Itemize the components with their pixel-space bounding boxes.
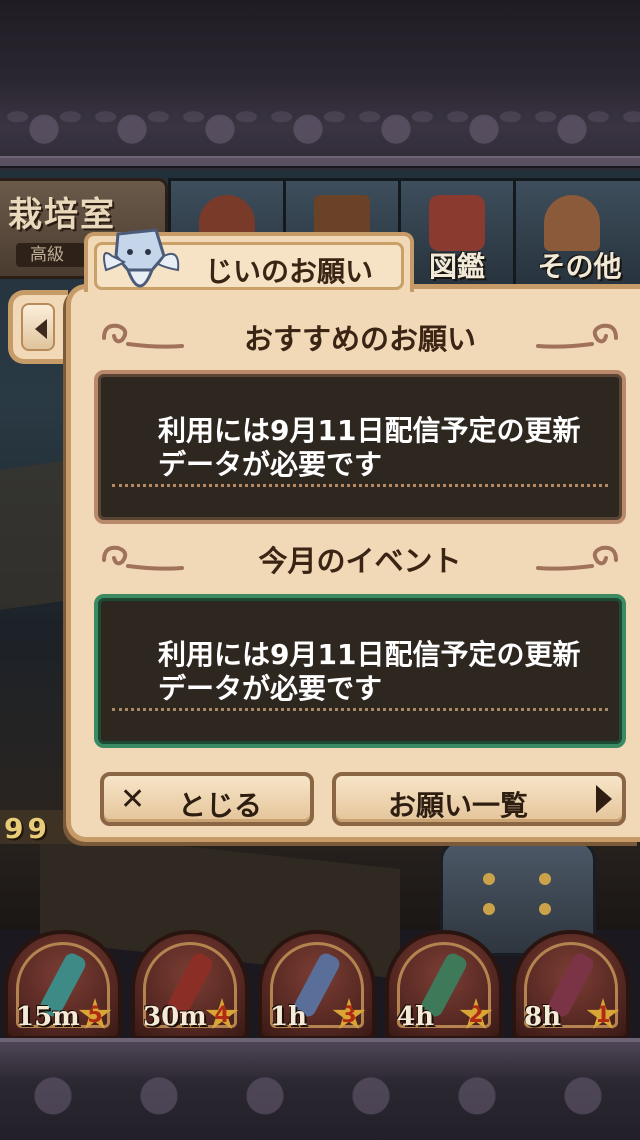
recommended-panel[interactable]: 利用には9月11日配信予定の更新データが必要です (94, 370, 626, 524)
timer-slots-bar: 15m 5 30m 4 1h 3 4h 2 8h 1 (0, 930, 640, 1040)
close-icon: ✕ (120, 782, 146, 817)
slot-1h[interactable]: 1h 3 (258, 930, 376, 1040)
back-arrow-icon (35, 319, 47, 339)
slot-time: 1h (270, 1002, 307, 1032)
slot-time: 15m (16, 1002, 80, 1032)
slot-15m[interactable]: 15m 5 (4, 930, 122, 1040)
tab-other-label: その他 (537, 250, 622, 283)
slot-4h[interactable]: 4h 2 (385, 930, 503, 1040)
back-button[interactable] (8, 290, 68, 364)
swirl-ornament-icon (536, 545, 618, 571)
old-man-icon (103, 228, 180, 288)
slot-time: 30m (143, 1002, 207, 1032)
panel-message: 利用には9月11日配信予定の更新データが必要です (158, 638, 581, 705)
room-subtitle: 高級 (16, 243, 86, 267)
slot-30m[interactable]: 30m 4 (131, 930, 249, 1040)
chevron-right-icon (596, 785, 612, 813)
request-list-label: お願い一覧 (388, 789, 529, 822)
door-other-icon (544, 195, 600, 251)
bottom-frame (0, 1038, 640, 1140)
section-recommended-header: おすすめのお願い (92, 312, 628, 358)
tab-encyclopedia-label: 図鑑 (428, 250, 485, 283)
close-button[interactable]: ✕ とじる (100, 772, 314, 826)
event-panel[interactable]: 利用には9月11日配信予定の更新データが必要です (94, 594, 626, 748)
panel-message: 利用には9月11日配信予定の更新データが必要です (158, 414, 581, 481)
slot-8h[interactable]: 8h 1 (512, 930, 630, 1040)
close-label: とじる (178, 789, 263, 822)
request-list-button[interactable]: お願い一覧 (332, 772, 626, 826)
top-ornament (0, 92, 640, 154)
slot-time: 4h (397, 1002, 434, 1032)
section-event-header: 今月のイベント (92, 534, 628, 580)
top-rule (0, 156, 640, 168)
book-icon (429, 195, 485, 251)
swirl-ornament-icon (536, 323, 618, 349)
tab-other[interactable]: その他 (513, 178, 640, 292)
dialog-title: じいのお願い (205, 255, 374, 288)
tab-encyclopedia[interactable]: 図鑑 (398, 178, 516, 292)
slot-time: 8h (524, 1002, 561, 1032)
score-value: 99 (4, 812, 51, 845)
